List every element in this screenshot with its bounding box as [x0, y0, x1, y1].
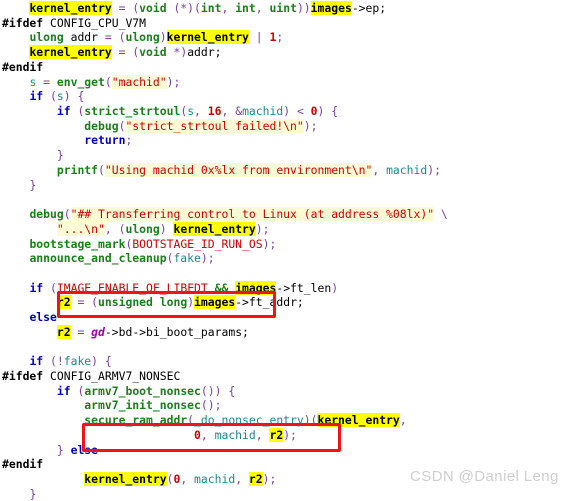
code-line: announce_and_cleanup(fake); [29, 251, 215, 266]
watermark-text: CSDN @Daniel Leng [410, 468, 559, 485]
code-line: kernel_entry = (void (*)(int, int, uint)… [29, 1, 387, 15]
token-images: images [310, 1, 352, 15]
code-line: #endif [2, 59, 44, 74]
code-line: r2 = gd->bd->bi_boot_params; [56, 324, 249, 339]
code-line: } [29, 486, 37, 501]
code-line: ulong addr = (ulong)kernel_entry | 1; [29, 30, 284, 45]
code-line: } else [56, 442, 99, 457]
code-line: debug("strict_strtoul failed!\n"); [84, 118, 318, 133]
code-line: 0, machid, r2); [194, 427, 297, 442]
code-line: if (s) { [29, 89, 85, 104]
code-line: if (strict_strtoul(s, 16, &machid) < 0) … [56, 104, 339, 119]
code-line: debug("## Transferring control to Linux … [29, 207, 448, 222]
token-r2: r2 [248, 472, 263, 486]
code-line: if (armv7_boot_nonsec()) { [56, 383, 236, 398]
token-kernel-entry: kernel_entry [173, 221, 256, 236]
code-line: secure_ram_addr(_do_nonsec_entry)(kernel… [84, 413, 407, 428]
token-kernel-entry: kernel_entry [166, 30, 249, 45]
code-line: #endif [2, 457, 44, 472]
code-line: "...\n", (ulong) kernel_entry); [56, 221, 270, 236]
code-line: kernel_entry = (void *)addr; [29, 45, 222, 60]
source-code-block: kernel_entry = (void (*)(int, int, uint)… [0, 1, 448, 501]
token-kernel-entry: kernel_entry [29, 1, 112, 15]
code-line: r2 = (unsigned long)images->ft_addr; [56, 295, 304, 310]
code-line: printf("Using machid 0x%lx from environm… [56, 162, 441, 177]
token-kernel-entry: kernel_entry [84, 472, 167, 486]
code-line: if (IMAGE_ENABLE_OF_LIBFDT && images->ft… [29, 280, 339, 295]
token-r2: r2 [56, 295, 71, 310]
token-images: images [194, 295, 236, 310]
code-line: #ifdef CONFIG_CPU_V7M [2, 15, 147, 30]
code-line: kernel_entry(0, machid, r2); [84, 472, 277, 486]
code-line: if (!fake) { [29, 354, 112, 369]
code-line: } [29, 177, 37, 192]
code-line: else [29, 310, 57, 325]
code-line: s = env_get("machid"); [29, 74, 181, 89]
code-viewer[interactable]: kernel_entry = (void (*)(int, int, uint)… [0, 0, 584, 501]
code-line: } [56, 148, 64, 163]
code-line: return; [84, 133, 133, 148]
code-line: armv7_init_nonsec(); [84, 398, 222, 413]
token-r2: r2 [269, 427, 284, 442]
code-line: #ifdef CONFIG_ARMV7_NONSEC [2, 368, 181, 383]
token-kernel-entry: kernel_entry [317, 413, 400, 428]
token-r2: r2 [56, 324, 71, 339]
token-kernel-entry: kernel_entry [29, 45, 112, 60]
code-line: bootstage_mark(BOOTSTAGE_ID_RUN_OS); [29, 236, 277, 251]
token-images: images [235, 280, 277, 295]
